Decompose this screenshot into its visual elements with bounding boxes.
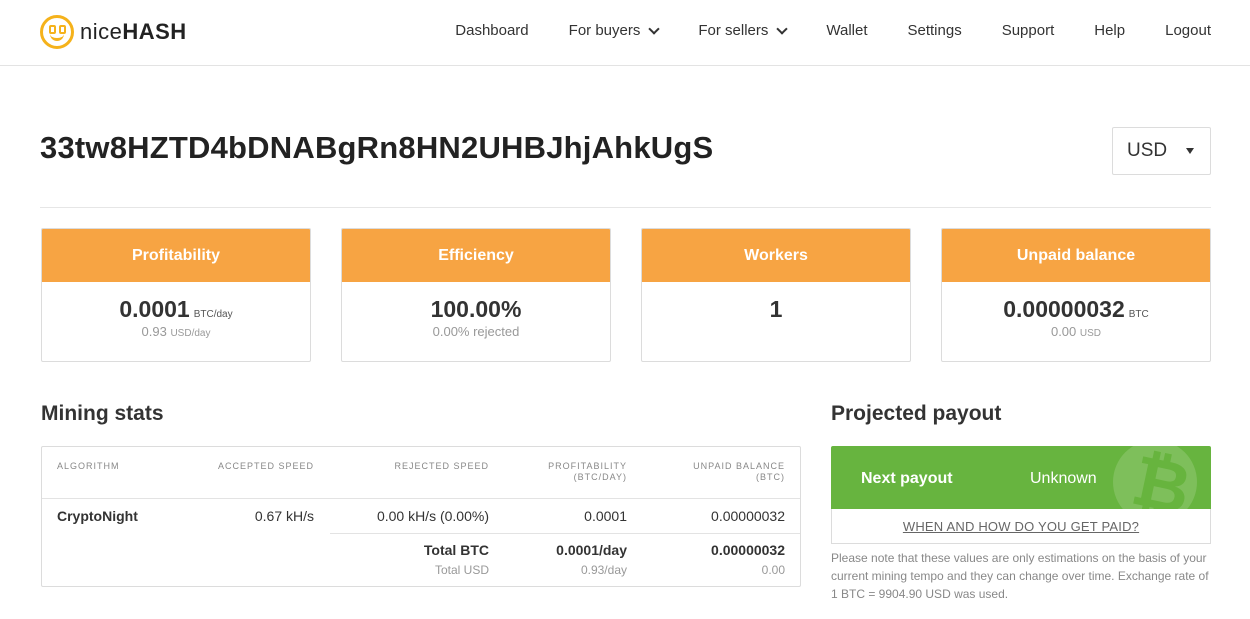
col-header-line: (BTC) — [756, 472, 785, 482]
card-main-unit: BTC — [1128, 309, 1149, 320]
col-header-line: (BTC/DAY) — [573, 472, 627, 482]
card-main-value: 1 — [769, 296, 783, 322]
card-main-value: 0.00000032 — [1003, 296, 1125, 322]
total-btc-label: Total BTC — [423, 542, 489, 558]
nav-label: For buyers — [568, 22, 641, 39]
nav-label: Help — [1094, 22, 1126, 39]
row-divider — [42, 498, 800, 499]
nav-help[interactable]: Help — [1094, 22, 1125, 39]
main-nav: Dashboard For buyers For sellers Wallet … — [455, 22, 1211, 39]
card-title: Profitability — [42, 229, 310, 282]
card-main-value: 0.0001 — [119, 296, 190, 322]
total-usd-profitability: 0.93/day — [580, 563, 627, 577]
total-btc-unpaid: 0.00000032 — [711, 542, 785, 558]
col-header-line: PROFITABILITY — [548, 461, 627, 471]
col-header-accepted-speed: ACCEPTED SPEED — [217, 461, 314, 471]
payout-info-box: WHEN AND HOW DO YOU GET PAID? — [831, 509, 1211, 544]
nicehash-logo[interactable]: niceHASH — [40, 15, 187, 49]
col-header-profitability: PROFITABILITY (BTC/DAY) — [548, 461, 627, 483]
how-you-get-paid-link[interactable]: WHEN AND HOW DO YOU GET PAID? — [903, 519, 1139, 534]
nav-label: Settings — [907, 22, 962, 39]
card-sub-value: 0.00 — [1050, 324, 1077, 339]
nav-wallet[interactable]: Wallet — [826, 22, 867, 39]
payout-disclaimer: Please note that these values are only e… — [831, 551, 1209, 601]
card-sub-value: 0.00% rejected — [432, 324, 520, 339]
mining-stats-table: ALGORITHM ACCEPTED SPEED REJECTED SPEED … — [41, 446, 801, 587]
divider — [40, 207, 1211, 208]
workers-card: Workers 1 — [641, 228, 911, 362]
smiley-logo-icon — [40, 15, 74, 49]
wallet-address-title: 33tw8HZTD4bDNABgRn8HN2UHBJhjAhkUgS — [40, 130, 714, 165]
card-sub-unit: USD — [1079, 328, 1102, 339]
card-title: Unpaid balance — [942, 229, 1210, 282]
next-payout-value: Unknown — [1030, 470, 1097, 487]
total-usd-label: Total USD — [434, 563, 489, 577]
chevron-down-icon — [776, 22, 789, 35]
nav-for-sellers[interactable]: For sellers — [698, 22, 789, 39]
logo-text-thin: nice — [80, 19, 123, 44]
col-header-line: UNPAID BALANCE — [693, 461, 785, 471]
cell-rejected-speed: 0.00 kH/s (0.00%) — [376, 508, 489, 524]
chevron-down-icon — [648, 22, 661, 35]
logo-wordmark: niceHASH — [80, 19, 187, 45]
nav-label: Wallet — [826, 22, 868, 39]
card-sub-unit: USD/day — [170, 328, 211, 339]
card-main-value: 100.00% — [430, 296, 522, 322]
nav-for-buyers[interactable]: For buyers — [568, 22, 661, 39]
mining-stats-title: Mining stats — [41, 402, 164, 425]
profitability-card: Profitability 0.0001 BTC/day 0.93 USD/day — [41, 228, 311, 362]
currency-select-value: USD — [1127, 140, 1168, 161]
next-payout-label: Next payout — [861, 470, 953, 487]
card-sub-value: 0.93 — [141, 324, 167, 339]
card-main-unit: BTC/day — [193, 309, 233, 320]
col-header-rejected-speed: REJECTED SPEED — [394, 461, 489, 471]
next-payout-panel: ₿ Next payout Unknown — [831, 446, 1211, 509]
logo-text-bold: HASH — [122, 19, 187, 44]
currency-select[interactable]: USD — [1112, 127, 1211, 175]
cell-profitability: 0.0001 — [584, 508, 627, 524]
nav-settings[interactable]: Settings — [908, 22, 962, 39]
efficiency-card: Efficiency 100.00% 0.00% rejected — [341, 228, 611, 362]
unpaid-balance-card: Unpaid balance 0.00000032 BTC 0.00 USD — [941, 228, 1211, 362]
col-header-algorithm: ALGORITHM — [57, 461, 120, 471]
nav-label: Logout — [1165, 22, 1211, 39]
nav-label: Support — [1001, 22, 1055, 39]
total-usd-unpaid: 0.00 — [761, 563, 785, 577]
top-header: niceHASH Dashboard For buyers For seller… — [0, 0, 1250, 66]
card-title: Efficiency — [342, 229, 610, 282]
bitcoin-watermark-icon: ₿ — [1113, 446, 1198, 509]
nav-label: Dashboard — [455, 22, 529, 39]
card-title: Workers — [642, 229, 910, 282]
total-btc-profitability: 0.0001/day — [556, 542, 627, 558]
caret-down-icon — [1186, 148, 1194, 154]
cell-unpaid-balance: 0.00000032 — [711, 508, 785, 524]
nav-logout[interactable]: Logout — [1165, 22, 1211, 39]
col-header-unpaid-balance: UNPAID BALANCE (BTC) — [693, 461, 785, 483]
nav-support[interactable]: Support — [1002, 22, 1055, 39]
projected-payout-title: Projected payout — [831, 402, 1002, 425]
nav-dashboard[interactable]: Dashboard — [455, 22, 528, 39]
totals-divider — [330, 533, 800, 534]
nav-label: For sellers — [698, 22, 769, 39]
cell-algorithm[interactable]: CryptoNight — [57, 508, 138, 524]
cell-accepted-speed: 0.67 kH/s — [254, 508, 314, 524]
